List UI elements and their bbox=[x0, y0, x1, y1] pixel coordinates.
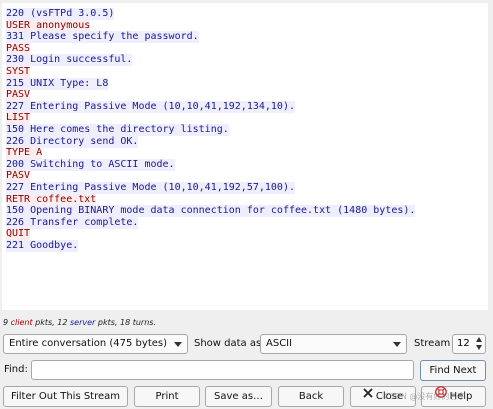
conversation-select-value: Entire conversation (475 bytes) bbox=[9, 338, 168, 349]
show-data-as-value: ASCII bbox=[266, 338, 293, 349]
stream-number-spinbox[interactable]: 12 bbox=[452, 334, 486, 354]
find-input[interactable] bbox=[31, 360, 414, 380]
filter-out-stream-button[interactable]: Filter Out This Stream bbox=[3, 386, 128, 407]
close-icon bbox=[363, 386, 373, 405]
print-button[interactable]: Print bbox=[134, 386, 200, 407]
client-line: PASV bbox=[6, 170, 31, 183]
status-mid: pkts, 12 bbox=[32, 318, 70, 327]
print-label: Print bbox=[155, 391, 179, 402]
filter-out-label: Filter Out This Stream bbox=[10, 391, 121, 402]
conversation-select[interactable]: Entire conversation (475 bytes) bbox=[3, 334, 188, 354]
spin-up-icon[interactable] bbox=[476, 337, 482, 342]
server-line: 331 Please specify the password. bbox=[6, 31, 199, 44]
stream-content-pane[interactable]: 220 (vsFTPd 3.0.5) USER anonymous 331 Plea… bbox=[2, 3, 488, 310]
help-label: Help bbox=[449, 391, 473, 402]
client-line: RETR coffee.txt bbox=[6, 193, 97, 206]
find-next-label: Find Next bbox=[429, 365, 477, 376]
server-line: 220 (vsFTPd 3.0.5) bbox=[6, 8, 115, 20]
find-label: Find: bbox=[4, 364, 28, 375]
stream-status-text: 9 client pkts, 12 server pkts, 18 turns. bbox=[3, 318, 156, 327]
client-line: TYPE A bbox=[6, 147, 43, 160]
help-icon bbox=[434, 385, 447, 405]
back-button[interactable]: Back bbox=[278, 386, 344, 407]
close-button[interactable]: Close bbox=[350, 386, 416, 407]
server-line: 226 Directory send OK. bbox=[6, 135, 139, 148]
client-line: PASS bbox=[6, 42, 31, 55]
server-line: 150 Here comes the directory listing. bbox=[6, 124, 229, 136]
client-line: QUIT bbox=[6, 228, 31, 241]
show-data-as-select[interactable]: ASCII bbox=[260, 334, 407, 354]
client-word: client bbox=[10, 318, 33, 327]
stream-label: Stream bbox=[414, 338, 451, 349]
chevron-down-icon bbox=[174, 342, 182, 347]
server-line: 226 Transfer complete. bbox=[6, 216, 139, 229]
server-word: server bbox=[70, 318, 96, 327]
server-line: 215 UNIX Type: L8 bbox=[6, 77, 109, 90]
find-next-button[interactable]: Find Next bbox=[420, 360, 486, 381]
server-line: 227 Entering Passive Mode (10,10,41,192,… bbox=[6, 182, 295, 194]
server-line: 230 Login successful. bbox=[6, 54, 133, 67]
server-line: 227 Entering Passive Mode (10,10,41,192,… bbox=[6, 100, 295, 113]
close-label: Close bbox=[375, 391, 404, 402]
save-as-label: Save as… bbox=[213, 391, 264, 402]
client-packet-count: 9 bbox=[3, 318, 9, 327]
back-label: Back bbox=[298, 391, 324, 402]
server-line: 200 Switching to ASCII mode. bbox=[6, 158, 175, 171]
spin-arrows[interactable] bbox=[475, 336, 484, 352]
client-line: USER anonymous bbox=[6, 19, 91, 32]
client-line: LIST bbox=[6, 112, 31, 125]
save-as-button[interactable]: Save as… bbox=[205, 386, 272, 407]
follow-stream-window: 220 (vsFTPd 3.0.5) USER anonymous 331 Plea… bbox=[0, 0, 493, 409]
help-button[interactable]: Help bbox=[421, 385, 486, 407]
server-line: 150 Opening BINARY mode data connection … bbox=[6, 205, 416, 218]
chevron-down-icon bbox=[393, 342, 401, 347]
show-data-label: Show data as bbox=[194, 338, 262, 349]
status-tail: pkts, 18 turns. bbox=[95, 318, 156, 327]
client-line: PASV bbox=[6, 89, 31, 102]
client-line: SYST bbox=[6, 66, 31, 78]
stream-number-value: 12 bbox=[457, 338, 470, 349]
spin-down-icon[interactable] bbox=[476, 345, 482, 350]
server-line: 221 Goodbye. bbox=[6, 240, 79, 252]
